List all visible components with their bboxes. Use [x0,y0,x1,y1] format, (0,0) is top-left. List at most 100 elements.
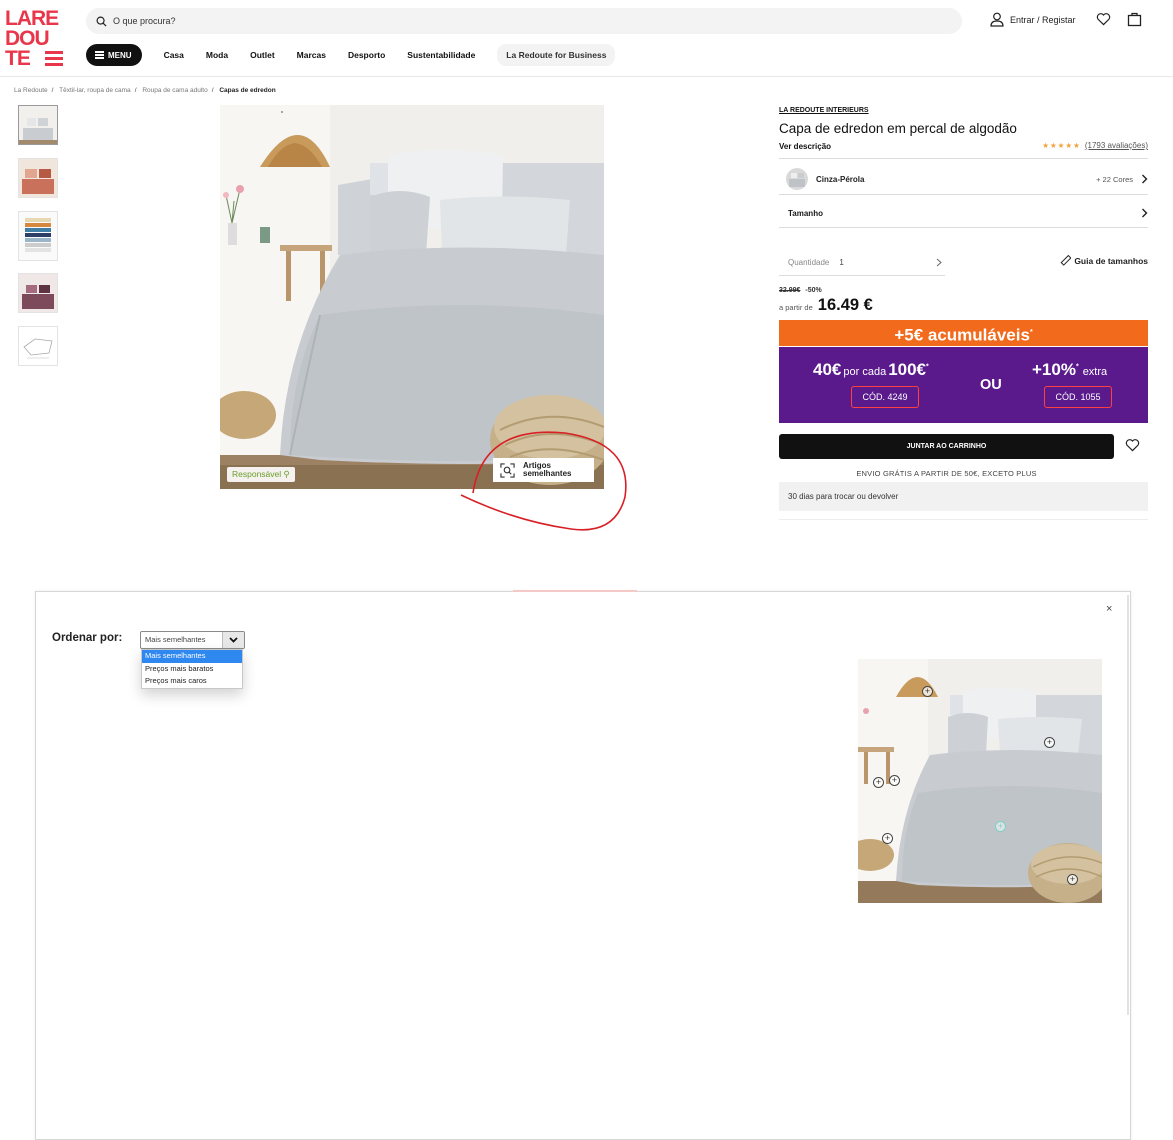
chevron-down-icon[interactable] [222,632,244,648]
la-redoute-logo[interactable]: LARE DOU TE [5,7,65,67]
sort-label: Ordenar por: [52,632,123,644]
promo-left-amount: 40€ [813,360,842,379]
sort-option-cheapest[interactable]: Preços mais baratos [142,663,242,676]
promo-offer-right: +10%* extra [1032,360,1107,380]
gallery-thumbnail[interactable] [18,326,58,366]
old-price-value: 32.99€ [779,287,801,294]
size-label: Tamanho [788,208,823,218]
heart-icon[interactable] [1096,12,1111,26]
account-link[interactable]: Entrar / Registar [990,12,1076,27]
old-price: 32.99€ -50% [779,287,822,294]
more-colors: + 22 Cores [1096,174,1133,184]
rating[interactable]: ★★★★★ (1793 avaliações) [1042,141,1148,150]
search-input[interactable]: O que procura? [113,16,176,26]
size-guide-link[interactable]: Guia de tamanhos [1060,255,1148,266]
chevron-right-icon [1142,208,1148,218]
hotspot-plus-icon-active[interactable]: + [995,821,1006,832]
sort-option-expensive[interactable]: Preços mais caros [142,675,242,688]
promo-orange-text: +5€ acumuláveis [894,325,1030,345]
hotspot-plus-icon[interactable]: + [889,775,900,786]
shopping-bag-icon[interactable] [1127,11,1142,27]
responsible-label: Responsável [232,469,282,479]
header-divider [0,76,1173,77]
gallery-thumbnail[interactable] [18,158,58,198]
sort-select[interactable]: Mais semelhantes [140,631,245,649]
promo-right-mark: * [1075,363,1079,371]
promo-offer-left: 40€ por cada 100€* [813,360,929,380]
chevron-right-icon [936,258,942,267]
chevron-right-icon [1142,174,1148,184]
size-guide-label: Guia de tamanhos [1074,255,1148,266]
hotspot-plus-icon[interactable]: + [882,833,893,844]
sort-dropdown: Mais semelhantes Preços mais baratos Pre… [141,649,243,689]
nav-item-desporto[interactable]: Desporto [348,50,385,60]
color-swatch [786,168,808,190]
promo-right-suffix: extra [1082,366,1108,378]
rating-stars: ★★★★★ [1042,141,1081,150]
hamburger-icon [95,50,104,60]
close-icon[interactable]: × [1106,603,1112,615]
product-brand[interactable]: LA REDOUTE INTERIEURS [779,107,869,114]
breadcrumb-item[interactable]: Roupa de cama adulto [142,87,207,94]
wishlist-heart-icon[interactable] [1125,438,1140,452]
leaf-icon: ⚲ [283,469,290,479]
current-price: a partir de 16.49 € [779,296,873,315]
nav-item-business[interactable]: La Redoute for Business [497,44,616,66]
menu-button[interactable]: MENU [86,44,142,66]
discount-badge: -50% [805,287,822,294]
quantity-value: 1 [839,258,844,267]
divider [779,519,1148,520]
hotspot-plus-icon[interactable]: + [1067,874,1078,885]
nav-item-casa[interactable]: Casa [164,50,184,60]
svg-text:TE: TE [5,47,31,67]
quantity-label: Quantidade [788,258,830,267]
account-label[interactable]: Entrar / Registar [1010,15,1076,25]
gallery-thumbnail[interactable] [18,211,58,261]
search-icon [96,16,107,27]
sort-option-similar[interactable]: Mais semelhantes [142,650,242,663]
breadcrumb-item[interactable]: Têxtil-lar, roupa de cama [59,87,131,94]
promo-code-left[interactable]: CÓD. 4249 [851,386,919,408]
ruler-icon [1060,255,1072,266]
nav-item-marcas[interactable]: Marcas [297,50,326,60]
breadcrumb-current: Capas de edredon [219,87,276,94]
promo-left-mid: por cada [843,366,887,378]
promo-code-right[interactable]: CÓD. 1055 [1044,386,1112,408]
reviews-link[interactable]: (1793 avaliações) [1085,141,1148,150]
gallery-thumbnail[interactable] [18,105,58,145]
breadcrumb-item[interactable]: La Redoute [14,87,48,94]
menu-label: MENU [108,50,132,60]
promo-banner-purple[interactable]: 40€ por cada 100€* CÓD. 4249 OU +10%* extra… [779,347,1148,423]
quantity-selector[interactable]: Quantidade 1 [779,250,945,276]
hotspot-plus-icon[interactable]: + [922,686,933,697]
color-selector[interactable]: Cinza-Pérola + 22 Cores [779,166,1148,192]
returns-note[interactable]: 30 dias para trocar ou devolver [779,482,1148,511]
hotspot-plus-icon[interactable]: + [1044,737,1055,748]
breadcrumb: La Redoute / Têxtil-lar, roupa de cama / R… [14,87,276,94]
search-bar[interactable]: O que procura? [86,8,962,34]
nav-item-sustentabilidade[interactable]: Sustentabilidade [407,50,475,60]
modal-scrollbar[interactable] [1127,595,1129,1015]
promo-or: OU [980,377,1002,393]
size-selector[interactable]: Tamanho [779,203,1148,223]
modal-top-accent [513,590,637,592]
hotspot-plus-icon[interactable]: + [873,777,884,788]
promo-right-amount: +10% [1032,360,1076,379]
color-name: Cinza-Pérola [816,174,865,184]
annotation-circle [460,431,627,531]
promo-orange-mark: * [1029,329,1033,336]
nav-item-moda[interactable]: Moda [206,50,228,60]
divider [779,194,1148,195]
divider [779,158,1148,159]
promo-left-mark: * [926,363,929,371]
product-title: Capa de edredon em percal de algodão [779,121,1017,136]
add-to-cart-button[interactable]: JUNTAR AO CARRINHO [779,434,1114,459]
price-value: 16.49 € [817,296,873,314]
divider [779,227,1148,228]
responsible-badge: Responsável ⚲ [227,467,295,482]
promo-banner-orange[interactable]: +5€ acumuláveis* [779,320,1148,346]
price-prefix: a partir de [779,303,813,312]
gallery-thumbnail[interactable] [18,273,58,313]
description-link[interactable]: Ver descrição [779,142,831,151]
nav-item-outlet[interactable]: Outlet [250,50,275,60]
